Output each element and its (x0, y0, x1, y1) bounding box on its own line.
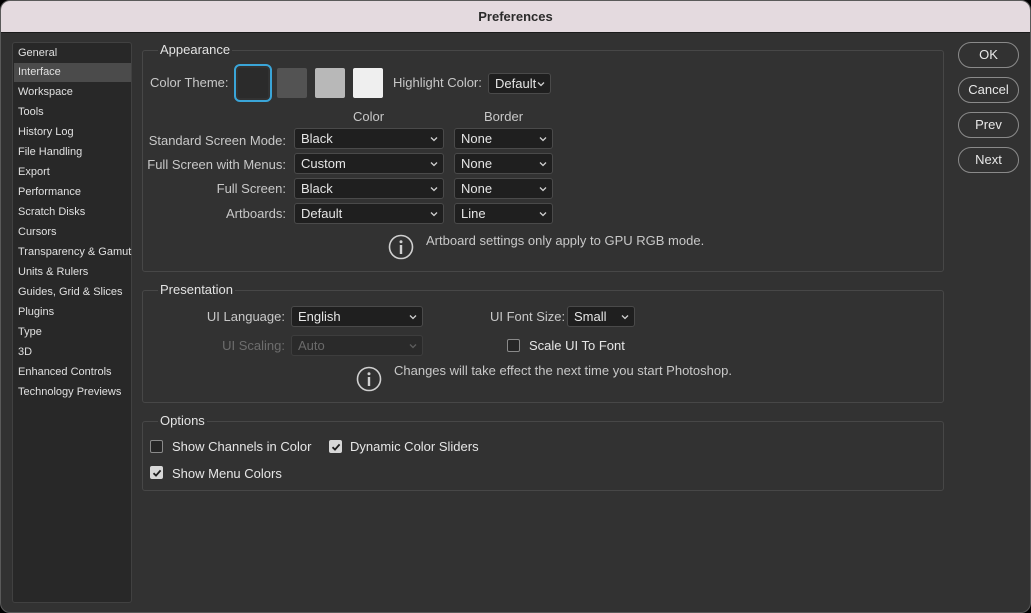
ui-font-size-label: UI Font Size: (490, 309, 566, 324)
ui-language-label: UI Language: (206, 309, 285, 324)
chevron-down-icon (539, 135, 547, 143)
titlebar: Preferences (1, 1, 1030, 33)
chevron-down-icon (539, 210, 547, 218)
color-theme-label: Color Theme: (150, 75, 229, 90)
chevron-down-icon (539, 160, 547, 168)
sidebar-item-units-rulers[interactable]: Units & Rulers (14, 263, 131, 282)
info-icon (388, 234, 414, 260)
sidebar-item-type[interactable]: Type (14, 323, 131, 342)
ui-scaling-select: Auto (291, 335, 423, 356)
full-screen-border-select[interactable]: None (454, 178, 553, 199)
ui-font-size-select[interactable]: Small (567, 306, 635, 327)
scale-ui-to-font-checkbox[interactable] (507, 339, 520, 352)
chevron-down-icon (430, 160, 438, 168)
full-screen-label: Full Screen: (216, 181, 286, 196)
sidebar-item-workspace[interactable]: Workspace (14, 83, 131, 102)
sidebar-item-cursors[interactable]: Cursors (14, 223, 131, 242)
show-channels-in-color-label: Show Channels in Color (172, 439, 312, 454)
sidebar-item-general[interactable]: General (14, 44, 131, 63)
ui-language-value: English (298, 309, 341, 324)
highlight-color-select[interactable]: Default (488, 73, 551, 94)
theme-swatch-light[interactable] (315, 68, 345, 98)
ui-font-size-value: Small (574, 309, 607, 324)
sidebar-item-enhanced-controls[interactable]: Enhanced Controls (14, 363, 131, 382)
ok-button[interactable]: OK (958, 42, 1019, 68)
chevron-down-icon (430, 210, 438, 218)
sidebar-item-technology-previews[interactable]: Technology Previews (14, 383, 131, 402)
ui-scaling-value: Auto (298, 338, 325, 353)
theme-swatch-darkest[interactable] (234, 64, 272, 102)
artboards-color-value: Default (301, 206, 343, 221)
highlight-color-value: Default (495, 76, 537, 91)
full-screen-menus-border-select[interactable]: None (454, 153, 553, 174)
chevron-down-icon (537, 80, 545, 88)
standard-screen-color-value: Black (301, 131, 333, 146)
sidebar-item-export[interactable]: Export (14, 163, 131, 182)
appearance-title: Appearance (158, 42, 233, 57)
artboards-label: Artboards: (226, 206, 286, 221)
full-screen-menus-border-value: None (461, 156, 493, 171)
next-button[interactable]: Next (958, 147, 1019, 173)
presentation-note: Changes will take effect the next time y… (394, 363, 732, 378)
dynamic-color-sliders-checkbox[interactable] (329, 440, 342, 453)
sidebar-item-tools[interactable]: Tools (14, 103, 131, 122)
sidebar-item-3d[interactable]: 3D (14, 343, 131, 362)
sidebar-item-interface[interactable]: Interface (14, 63, 131, 82)
window-title: Preferences (478, 9, 553, 24)
column-border-header: Border (484, 109, 524, 124)
chevron-down-icon (621, 313, 629, 321)
ui-scaling-label: UI Scaling: (222, 338, 285, 353)
full-screen-color-value: Black (301, 181, 333, 196)
full-screen-color-select[interactable]: Black (294, 178, 444, 199)
chevron-down-icon (539, 185, 547, 193)
column-color-header: Color (353, 109, 385, 124)
artboards-color-select[interactable]: Default (294, 203, 444, 224)
sidebar-item-guides-grid-slices[interactable]: Guides, Grid & Slices (14, 283, 131, 302)
theme-swatch-lightest[interactable] (353, 68, 383, 98)
full-screen-menus-label: Full Screen with Menus: (147, 157, 286, 172)
standard-screen-mode-label: Standard Screen Mode: (148, 133, 286, 148)
presentation-title: Presentation (158, 282, 235, 297)
prev-button[interactable]: Prev (958, 112, 1019, 138)
full-screen-menus-color-select[interactable]: Custom (294, 153, 444, 174)
chevron-down-icon (409, 342, 417, 350)
show-menu-colors-label: Show Menu Colors (172, 466, 282, 481)
full-screen-menus-color-value: Custom (301, 156, 346, 171)
artboard-note: Artboard settings only apply to GPU RGB … (426, 233, 705, 248)
sidebar-item-performance[interactable]: Performance (14, 183, 131, 202)
options-title: Options (158, 413, 207, 428)
info-icon (356, 366, 382, 392)
ui-language-select[interactable]: English (291, 306, 423, 327)
show-channels-in-color-checkbox[interactable] (150, 440, 163, 453)
scale-ui-to-font-label: Scale UI To Font (529, 338, 625, 353)
chevron-down-icon (409, 313, 417, 321)
artboards-border-select[interactable]: Line (454, 203, 553, 224)
sidebar-item-file-handling[interactable]: File Handling (14, 143, 131, 162)
sidebar-item-history-log[interactable]: History Log (14, 123, 131, 142)
sidebar-item-scratch-disks[interactable]: Scratch Disks (14, 203, 131, 222)
dynamic-color-sliders-label: Dynamic Color Sliders (350, 439, 479, 454)
preferences-window: Preferences General Interface Workspace … (0, 0, 1031, 613)
sidebar-item-transparency-gamut[interactable]: Transparency & Gamut (14, 243, 131, 262)
chevron-down-icon (430, 135, 438, 143)
sidebar-item-plugins[interactable]: Plugins (14, 303, 131, 322)
artboards-border-value: Line (461, 206, 486, 221)
show-menu-colors-checkbox[interactable] (150, 466, 163, 479)
standard-screen-border-select[interactable]: None (454, 128, 553, 149)
checkmark-icon (152, 469, 162, 477)
full-screen-border-value: None (461, 181, 493, 196)
highlight-color-label: Highlight Color: (393, 75, 482, 90)
checkmark-icon (331, 443, 341, 451)
sidebar: General Interface Workspace Tools Histor… (12, 42, 132, 603)
cancel-button[interactable]: Cancel (958, 77, 1019, 103)
theme-swatch-dark[interactable] (277, 68, 307, 98)
standard-screen-color-select[interactable]: Black (294, 128, 444, 149)
chevron-down-icon (430, 185, 438, 193)
standard-screen-border-value: None (461, 131, 493, 146)
